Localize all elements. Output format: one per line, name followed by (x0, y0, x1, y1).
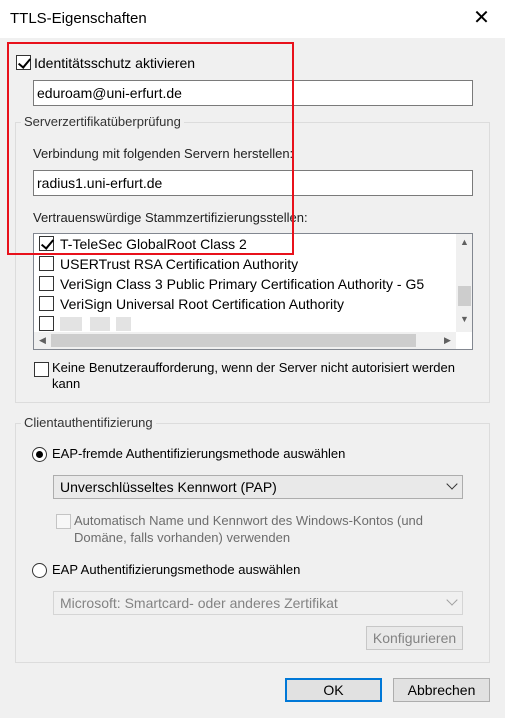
eap-method-select[interactable]: Microsoft: Smartcard- oder anderes Zerti… (53, 591, 463, 615)
eap-method-label: EAP Authentifizierungsmethode auswählen (52, 562, 301, 577)
scroll-down-icon[interactable]: ▼ (456, 314, 472, 324)
scroll-right-icon[interactable]: ▶ (439, 335, 456, 346)
connect-servers-label: Verbindung mit folgenden Servern herstel… (33, 146, 294, 161)
server-input[interactable]: radius1.uni-erfurt.de (33, 170, 473, 196)
ca-label: T-TeleSec GlobalRoot Class 2 (60, 236, 247, 252)
identity-protection-label: Identitätsschutz aktivieren (34, 55, 196, 71)
trusted-ca-list[interactable]: T-TeleSec GlobalRoot Class 2 USERTrust R… (33, 233, 473, 350)
trusted-ca-label: Vertrauenswürdige Stammzertifizierungsst… (33, 210, 308, 225)
ca-checkbox[interactable] (39, 236, 54, 251)
title-bar: TTLS-Eigenschaften ✕ (0, 0, 505, 38)
vertical-scrollbar[interactable]: ▲ ▼ (456, 234, 472, 332)
configure-button[interactable]: Konfigurieren (366, 626, 463, 650)
no-prompt-label: Keine Benutzeraufforderung, wenn der Ser… (52, 360, 455, 391)
identity-input[interactable]: eduroam@uni-erfurt.de (33, 80, 473, 106)
vertical-scroll-thumb[interactable] (458, 286, 471, 306)
eap-method-radio[interactable] (32, 563, 47, 578)
ok-button[interactable]: OK (285, 678, 382, 702)
identity-protection-checkbox[interactable] (16, 55, 31, 70)
scroll-up-icon[interactable]: ▲ (456, 237, 472, 247)
non-eap-method-radio[interactable] (32, 447, 47, 462)
ca-checkbox[interactable] (39, 256, 54, 271)
chevron-down-icon (446, 478, 458, 490)
ca-checkbox[interactable] (39, 296, 54, 311)
ca-label: USERTrust RSA Certification Authority (60, 256, 299, 272)
ca-checkbox[interactable] (39, 316, 54, 331)
redacted-text (116, 317, 131, 331)
chevron-down-icon (446, 594, 458, 606)
ca-label: VeriSign Universal Root Certification Au… (60, 296, 345, 312)
ca-label: VeriSign Class 3 Public Primary Certific… (60, 276, 425, 292)
non-eap-method-label: EAP-fremde Authentifizierungsmethode aus… (52, 446, 346, 461)
non-eap-method-value: Unverschlüsseltes Kennwort (PAP) (60, 479, 277, 495)
horizontal-scrollbar[interactable]: ◀ ▶ (34, 332, 456, 349)
auto-credentials-checkbox[interactable] (56, 514, 71, 529)
eap-method-value: Microsoft: Smartcard- oder anderes Zerti… (60, 595, 338, 611)
non-eap-method-select[interactable]: Unverschlüsseltes Kennwort (PAP) (53, 475, 463, 499)
auto-credentials-label: Automatisch Name und Kennwort des Window… (74, 513, 424, 545)
cancel-button[interactable]: Abbrechen (393, 678, 490, 702)
horizontal-scroll-thumb[interactable] (51, 334, 416, 347)
close-icon[interactable]: ✕ (458, 0, 505, 38)
server-cert-group-title: Serverzertifikatüberprüfung (21, 114, 184, 129)
client-auth-group-title: Clientauthentifizierung (21, 415, 156, 430)
redacted-text (90, 317, 110, 331)
scroll-left-icon[interactable]: ◀ (34, 335, 51, 346)
ca-checkbox[interactable] (39, 276, 54, 291)
no-prompt-checkbox[interactable] (34, 362, 49, 377)
window-title: TTLS-Eigenschaften (10, 10, 147, 27)
redacted-text (60, 317, 82, 331)
